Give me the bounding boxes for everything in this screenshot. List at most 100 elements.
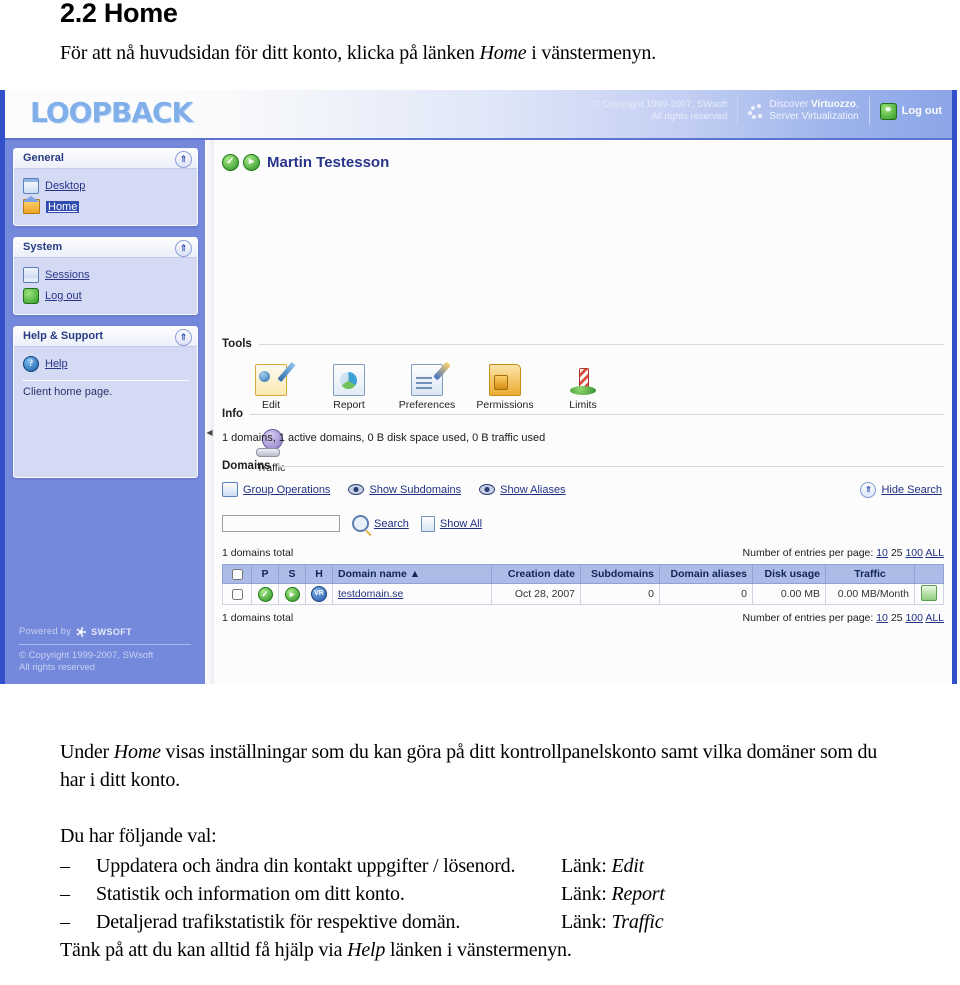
action-show-aliases[interactable]: Show Aliases [479, 484, 566, 496]
desktop-icon [23, 177, 39, 194]
column-subdomains[interactable]: Subdomains [580, 564, 660, 584]
virtuozzo-brand: Virtuozzo [811, 99, 856, 110]
key-icon [23, 287, 39, 304]
action-group-operations-label[interactable]: Group Operations [243, 484, 330, 496]
choice-3-link-name: Traffic [611, 911, 664, 933]
entries-option-all[interactable]: ALL [925, 612, 944, 624]
column-select-all[interactable] [222, 564, 252, 584]
tool-limits[interactable]: Limits [544, 362, 622, 411]
column-h[interactable]: H [305, 564, 333, 584]
magnifier-icon [352, 515, 369, 532]
column-traffic[interactable]: Traffic [825, 564, 915, 584]
sidebar-item-logout-label[interactable]: Log out [45, 290, 82, 302]
column-domain-name[interactable]: Domain name ▲ [332, 564, 492, 584]
banner-right-group: © Copyright 1999-2007, SWsoft All rights… [593, 97, 942, 125]
entries-option-all[interactable]: ALL [925, 547, 944, 559]
choices-list: – Uppdatera och ändra din kontakt uppgif… [60, 852, 906, 936]
search-input[interactable] [222, 515, 340, 532]
sidebar-item-logout[interactable]: Log out [14, 285, 197, 306]
sheet-icon [420, 515, 435, 532]
select-all-checkbox[interactable] [231, 568, 243, 580]
discover-virtuozzo-link[interactable]: Discover Virtuozzo, Server Virtualizatio… [738, 99, 868, 123]
chevron-up-icon[interactable]: ⇑ [175, 151, 192, 168]
row-traffic-icon-cell[interactable] [914, 583, 944, 605]
tool-report[interactable]: Report [310, 362, 388, 411]
search-button-label[interactable]: Search [374, 518, 409, 530]
virtuozzo-line2: Server Virtualization [769, 111, 859, 122]
choice-3-text: Detaljerad trafikstatistik för respektiv… [96, 911, 461, 933]
choice-1-link-label: Länk: [561, 855, 612, 877]
column-disk-usage[interactable]: Disk usage [752, 564, 826, 584]
list-bullet: – [60, 883, 70, 905]
domain-actions: Group Operations Show Subdomains Show Al… [222, 482, 566, 497]
tool-preferences[interactable]: Preferences [388, 362, 466, 411]
sidebar-item-home[interactable]: Home [14, 196, 197, 217]
help-icon: ? [23, 355, 39, 372]
sidebar-item-help[interactable]: ? Help [14, 353, 197, 374]
green-arrow-icon: ▸ [284, 586, 300, 602]
table-row[interactable]: ✓ ▸ VR testdomain.se Oct 28, 2007 0 0 0.… [222, 583, 944, 605]
collapse-left-arrow-icon[interactable]: ◀ [206, 425, 213, 441]
entries-per-page-top: Number of entries per page: 10 25 100 AL… [743, 547, 944, 559]
show-all-label[interactable]: Show All [440, 518, 482, 530]
column-p[interactable]: P [251, 564, 279, 584]
choice-3-link-label: Länk: [561, 911, 612, 933]
green-check-icon: ✓ [222, 154, 239, 171]
sidebar-group-system-body: Sessions Log out [14, 258, 197, 314]
entries-option-100[interactable]: 100 [905, 612, 923, 624]
sidebar-item-sessions-label[interactable]: Sessions [45, 269, 90, 281]
report-chart-icon-wrap [310, 362, 388, 396]
sidebar-group-general: General ⇑ Desktop Home [13, 148, 198, 226]
column-domain-aliases[interactable]: Domain aliases [659, 564, 753, 584]
row-domain-name-link[interactable]: testdomain.se [338, 588, 403, 600]
section-rule [258, 343, 944, 345]
banner-copyright: © Copyright 1999-2007, SWsoft All rights… [593, 99, 737, 123]
chevron-up-icon[interactable]: ⇑ [175, 240, 192, 257]
action-group-operations[interactable]: Group Operations [222, 482, 330, 497]
sidebar-item-desktop-label[interactable]: Desktop [45, 180, 85, 192]
row-select-cell[interactable] [222, 583, 252, 605]
swsoft-logo-icon [76, 627, 87, 637]
virtuozzo-dots-icon [748, 103, 764, 119]
account-header: ✓ ▸ Martin Testesson [222, 154, 389, 171]
chevron-up-icon[interactable]: ⇑ [175, 329, 192, 346]
hide-search-label[interactable]: Hide Search [881, 484, 942, 496]
column-traffic-icon [914, 564, 944, 584]
show-all-button[interactable]: Show All [420, 515, 482, 532]
row-domain-aliases: 0 [659, 583, 753, 605]
sidebar-item-desktop[interactable]: Desktop [14, 175, 197, 196]
banner-logout-button[interactable]: ⚭ Log out [870, 102, 942, 120]
row-s-status: ▸ [278, 583, 306, 605]
choice-1-text: Uppdatera och ändra din kontakt uppgifte… [96, 855, 516, 877]
control-panel-screenshot: LOOPBACK © Copyright 1999-2007, SWsoft A… [0, 90, 957, 684]
sidebar-item-help-label[interactable]: Help [45, 358, 68, 370]
hide-search-button[interactable]: ⇑ Hide Search [860, 482, 942, 498]
sidebar-item-home-label[interactable]: Home [46, 200, 80, 213]
content-area: ✓ ▸ Martin Testesson Tools Edit Report P… [214, 140, 952, 684]
choice-1-link-name: Edit [611, 855, 644, 877]
action-show-subdomains-label[interactable]: Show Subdomains [369, 484, 461, 496]
final-after: länken i vänstermenyn. [385, 939, 572, 961]
column-s[interactable]: S [278, 564, 306, 584]
row-domain-name-cell[interactable]: testdomain.se [332, 583, 492, 605]
intro-emphasis-home: Home [479, 42, 527, 64]
column-creation-date[interactable]: Creation date [491, 564, 581, 584]
entries-per-page-label: Number of entries per page: [742, 612, 874, 624]
banner-logout-label: Log out [901, 105, 942, 117]
entries-option-25[interactable]: 25 [891, 547, 903, 559]
sidebar-item-sessions[interactable]: Sessions [14, 264, 197, 285]
row-subdomains: 0 [580, 583, 660, 605]
eye-icon [348, 484, 365, 495]
row-checkbox[interactable] [231, 588, 243, 600]
search-button[interactable]: Search [352, 515, 409, 532]
action-show-subdomains[interactable]: Show Subdomains [348, 484, 461, 496]
tool-permissions[interactable]: Permissions [466, 362, 544, 411]
entries-option-10[interactable]: 10 [876, 612, 888, 624]
tool-edit[interactable]: Edit [232, 362, 310, 411]
loopback-logo: LOOPBACK [30, 96, 193, 129]
entries-option-25[interactable]: 25 [891, 612, 903, 624]
eye-icon [479, 484, 496, 495]
action-show-aliases-label[interactable]: Show Aliases [500, 484, 565, 496]
entries-option-100[interactable]: 100 [905, 547, 923, 559]
entries-option-10[interactable]: 10 [876, 547, 888, 559]
